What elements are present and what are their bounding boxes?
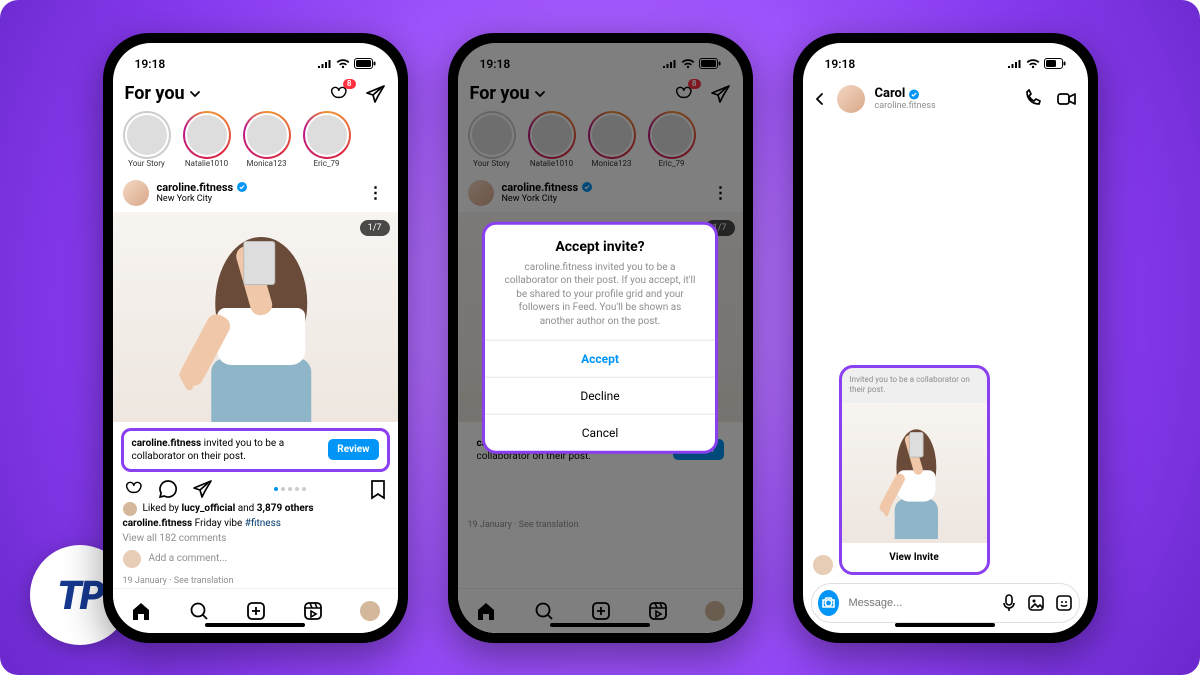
phone-dm: 19:18 Carol caroline.fitness: [793, 33, 1098, 643]
tab-profile[interactable]: [360, 601, 380, 621]
tab-reels-icon[interactable]: [647, 600, 669, 622]
audio-call-icon[interactable]: [1022, 89, 1042, 109]
tab-search-icon[interactable]: [188, 600, 210, 622]
post-caption: caroline.fitness Friday vibe #fitness: [113, 516, 398, 531]
collab-card-image: [842, 403, 987, 543]
cancel-button[interactable]: Cancel: [485, 414, 715, 451]
liker-avatar: [123, 502, 137, 516]
back-icon[interactable]: [813, 92, 827, 106]
image-icon[interactable]: [1027, 594, 1045, 612]
avatar: [123, 550, 141, 568]
signal-icon: [317, 59, 332, 69]
dm-header: Carol caroline.fitness: [803, 81, 1088, 117]
post-header[interactable]: caroline.fitness New York City ⋮: [113, 174, 398, 212]
chat-area: Invited you to be a collaborator on thei…: [803, 117, 1088, 581]
tab-create-icon[interactable]: [590, 600, 612, 622]
decline-button[interactable]: Decline: [485, 377, 715, 414]
sender-avatar: [813, 555, 833, 575]
collab-invite-card[interactable]: Invited you to be a collaborator on thei…: [839, 365, 990, 575]
accept-button[interactable]: Accept: [485, 340, 715, 377]
mic-icon[interactable]: [1001, 594, 1017, 612]
signal-icon: [1007, 59, 1022, 69]
status-bar: 19:18: [113, 43, 398, 81]
tab-search-icon[interactable]: [533, 600, 555, 622]
dm-handle: caroline.fitness: [875, 101, 1012, 111]
signal-icon: [662, 59, 677, 69]
likes-row[interactable]: Liked by lucy_official and 3,879 others: [113, 502, 398, 516]
notifications-badge: 8: [343, 79, 356, 89]
like-icon[interactable]: [123, 478, 145, 500]
carousel-dots: [274, 487, 306, 491]
collab-invite-banner: caroline.fitness invited you to be a col…: [121, 428, 390, 472]
notifications-icon[interactable]: 8: [673, 83, 695, 105]
status-time: 19:18: [135, 57, 166, 71]
hashtag-link[interactable]: #fitness: [245, 518, 281, 529]
post-location: New York City: [157, 194, 356, 205]
dm-name: Carol: [875, 86, 906, 101]
story-item[interactable]: Monica123: [243, 111, 291, 168]
notifications-icon[interactable]: 8: [328, 83, 350, 105]
phone-dialog: 19:18 For you 8 Your Story Natalie1010 M…: [448, 33, 753, 643]
avatar: [123, 180, 149, 206]
wifi-icon: [1026, 59, 1040, 69]
messages-icon[interactable]: [709, 83, 731, 105]
tab-create-icon[interactable]: [245, 600, 267, 622]
avatar[interactable]: [837, 85, 865, 113]
tab-profile[interactable]: [705, 601, 725, 621]
status-bar: 19:18: [803, 43, 1088, 81]
post-username: caroline.fitness: [157, 181, 234, 194]
carousel-counter: 1/7: [360, 220, 390, 236]
tab-home-icon[interactable]: [130, 600, 152, 622]
sticker-icon[interactable]: [1055, 594, 1073, 612]
collab-card-text: Invited you to be a collaborator on thei…: [842, 368, 987, 403]
story-item[interactable]: Eric_79: [303, 111, 351, 168]
post-more-icon[interactable]: ⋮: [364, 183, 388, 202]
share-icon[interactable]: [191, 478, 213, 500]
phone-feed: 19:18 For you 8: [103, 33, 408, 643]
status-bar: 19:18: [458, 43, 743, 81]
tab-reels-icon[interactable]: [302, 600, 324, 622]
review-button[interactable]: Review: [328, 439, 378, 460]
battery-icon: [699, 58, 721, 69]
camera-button[interactable]: [818, 590, 839, 616]
view-invite-button[interactable]: View Invite: [842, 543, 987, 572]
message-composer: [811, 583, 1080, 623]
feed-picker[interactable]: For you: [125, 83, 201, 104]
comment-icon[interactable]: [157, 478, 179, 500]
message-input[interactable]: [847, 596, 993, 610]
accept-invite-dialog: Accept invite? caroline.fitness invited …: [482, 221, 718, 454]
dialog-body: caroline.fitness invited you to be a col…: [485, 260, 715, 340]
post-image[interactable]: 1/7: [113, 212, 398, 422]
tab-home-icon[interactable]: [475, 600, 497, 622]
chevron-down-icon: [189, 88, 201, 100]
feed-picker[interactable]: For you: [470, 83, 546, 104]
home-indicator: [205, 623, 305, 627]
messages-icon[interactable]: [364, 83, 386, 105]
verified-badge-icon: [909, 89, 919, 99]
story-your-story[interactable]: Your Story: [123, 111, 171, 168]
verified-badge-icon: [237, 182, 247, 192]
view-comments-link[interactable]: View all 182 comments: [113, 531, 398, 546]
video-call-icon[interactable]: [1056, 89, 1078, 109]
wifi-icon: [336, 59, 350, 69]
dialog-title: Accept invite?: [485, 224, 715, 260]
chevron-down-icon: [534, 88, 546, 100]
add-comment[interactable]: Add a comment...: [113, 546, 398, 572]
stories-tray[interactable]: Your Story Natalie1010 Monica123 Eric_79: [113, 111, 398, 174]
save-icon[interactable]: [368, 478, 388, 500]
wifi-icon: [681, 59, 695, 69]
story-item[interactable]: Natalie1010: [183, 111, 231, 168]
hero-stage: TP 19:18 For you 8: [0, 0, 1200, 675]
battery-icon: [354, 58, 376, 69]
see-translation-link[interactable]: See translation: [174, 576, 234, 586]
battery-icon: [1044, 58, 1066, 69]
